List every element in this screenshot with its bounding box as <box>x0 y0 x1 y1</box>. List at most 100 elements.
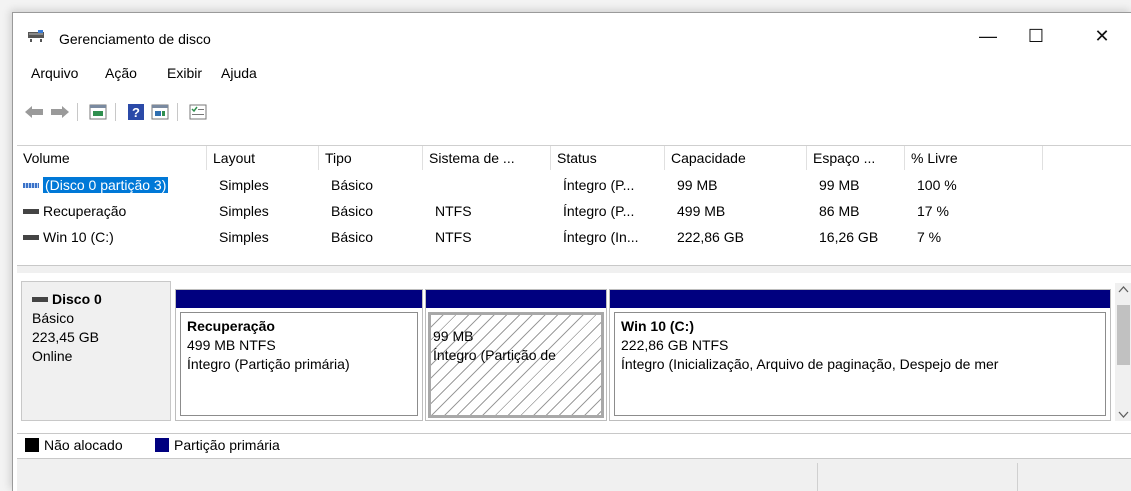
partition-status: Íntegro (Inicialização, Arquivo de pagin… <box>621 356 999 372</box>
cell-sistema: NTFS <box>435 229 472 245</box>
cell-tipo: Básico <box>331 229 374 245</box>
disk-management-window: Gerenciamento de disco — ☐ ✕ Arquivo Açã… <box>12 12 1131 491</box>
legend-primary: Partição primária <box>155 437 280 453</box>
primary-swatch <box>155 438 169 452</box>
close-button[interactable]: ✕ <box>1079 19 1125 53</box>
legend-primary-label: Partição primária <box>174 437 280 453</box>
column-header-sistema[interactable]: Sistema de ... <box>423 146 551 170</box>
scroll-thumb[interactable] <box>1117 305 1130 365</box>
partition-content: 99 MB Íntegro (Partição de <box>428 312 604 418</box>
cell-tipo: Básico <box>331 203 374 219</box>
title-bar[interactable]: Gerenciamento de disco — ☐ ✕ <box>13 13 1131 57</box>
maximize-icon: ☐ <box>1027 25 1045 46</box>
column-header-layout[interactable]: Layout <box>207 146 319 170</box>
partition-status: Íntegro (Partição de <box>433 347 556 363</box>
cell-layout: Simples <box>219 203 269 219</box>
svg-text:?: ? <box>132 105 140 120</box>
cell-espaco: 99 MB <box>819 177 860 193</box>
partition-bar <box>426 290 606 308</box>
scroll-down-icon[interactable] <box>1118 409 1129 419</box>
cell-livre: 17 % <box>917 203 949 219</box>
partition-size: 222,86 GB NTFS <box>621 337 729 353</box>
scroll-up-icon[interactable] <box>1118 285 1129 295</box>
menu-ajuda[interactable]: Ajuda <box>221 65 257 81</box>
table-row[interactable]: Win 10 (C:) <box>23 226 207 248</box>
partition-content: Recuperação 499 MB NTFS Íntegro (Partiçã… <box>180 312 418 416</box>
toolbar: ? <box>13 97 1131 127</box>
legend-unallocated: Não alocado <box>25 437 123 453</box>
disk-management-app-icon <box>28 30 44 42</box>
close-icon: ✕ <box>1094 25 1110 46</box>
cell-espaco: 16,26 GB <box>819 229 879 245</box>
volume-name: (Disco 0 partição 3) <box>43 177 169 193</box>
menu-arquivo[interactable]: Arquivo <box>31 65 78 81</box>
partition-bar <box>176 290 422 308</box>
legend: Não alocado Partição primária <box>17 433 1131 459</box>
cell-espaco: 86 MB <box>819 203 860 219</box>
cell-livre: 100 % <box>917 177 957 193</box>
volume-icon <box>23 182 39 188</box>
menu-acao[interactable]: Ação <box>105 65 137 81</box>
disk-type: Básico <box>32 310 75 326</box>
partition-size: 499 MB NTFS <box>187 337 276 353</box>
cell-tipo: Básico <box>331 177 374 193</box>
table-row[interactable]: Recuperação <box>23 200 207 222</box>
cell-capacidade: 499 MB <box>677 203 726 219</box>
status-bar <box>17 459 1131 491</box>
cell-status: Íntegro (P... <box>563 203 635 219</box>
toolbar-separator <box>115 103 116 121</box>
legend-unallocated-label: Não alocado <box>44 437 123 453</box>
help-icon[interactable]: ? <box>125 101 147 123</box>
maximize-button[interactable]: ☐ <box>1013 19 1059 53</box>
column-header-status[interactable]: Status <box>551 146 665 170</box>
toolbar-separator <box>177 103 178 121</box>
cell-capacidade: 222,86 GB <box>677 229 744 245</box>
forward-arrow-icon[interactable] <box>49 101 71 123</box>
column-header-livre[interactable]: % Livre <box>905 146 1043 170</box>
disk-view-icon[interactable] <box>87 101 109 123</box>
vertical-scrollbar[interactable] <box>1115 283 1131 421</box>
partition-content: Win 10 (C:) 222,86 GB NTFS Íntegro (Inic… <box>614 312 1106 416</box>
disk-name: Disco 0 <box>52 291 102 307</box>
partition-bar <box>610 290 1110 308</box>
cell-layout: Simples <box>219 177 269 193</box>
volume-list[interactable]: Volume Layout Tipo Sistema de ... Status… <box>17 145 1131 266</box>
disk-info-panel[interactable]: Disco 0 Básico 223,45 GB Online <box>21 281 171 421</box>
partition-status: Íntegro (Partição primária) <box>187 356 350 372</box>
unallocated-swatch <box>25 438 39 452</box>
partition-size: 99 MB <box>433 328 474 344</box>
partition-name: Recuperação <box>187 318 275 334</box>
cell-status: Íntegro (In... <box>563 229 639 245</box>
partition-name: Win 10 (C:) <box>621 318 694 334</box>
column-header-volume[interactable]: Volume <box>17 146 207 170</box>
table-row[interactable]: (Disco 0 partição 3) <box>23 174 207 196</box>
cell-status: Íntegro (P... <box>563 177 635 193</box>
column-header-tipo[interactable]: Tipo <box>319 146 423 170</box>
partition-recuperacao[interactable]: Recuperação 499 MB NTFS Íntegro (Partiçã… <box>175 289 423 421</box>
disk-list-icon[interactable] <box>149 101 171 123</box>
cell-layout: Simples <box>219 229 269 245</box>
column-header-capacidade[interactable]: Capacidade <box>665 146 807 170</box>
window-title: Gerenciamento de disco <box>59 31 211 47</box>
cell-livre: 7 % <box>917 229 942 245</box>
disk-graphical-view: Disco 0 Básico 223,45 GB Online Recupera… <box>17 273 1131 431</box>
back-arrow-icon[interactable] <box>23 101 45 123</box>
disk-size: 223,45 GB <box>32 329 99 345</box>
menu-exibir[interactable]: Exibir <box>167 65 202 81</box>
status-separator <box>1017 463 1018 491</box>
disk-state: Online <box>32 348 73 364</box>
volume-icon <box>23 208 39 214</box>
volume-name: Recuperação <box>43 203 127 219</box>
volume-name: Win 10 (C:) <box>43 229 114 245</box>
volume-icon <box>23 234 39 240</box>
toolbar-separator <box>77 103 78 121</box>
disk-icon <box>32 297 48 302</box>
minimize-icon: — <box>979 25 997 46</box>
properties-icon[interactable] <box>187 101 209 123</box>
column-header-espaco[interactable]: Espaço ... <box>807 146 905 170</box>
cell-sistema: NTFS <box>435 203 472 219</box>
minimize-button[interactable]: — <box>965 19 1011 53</box>
cell-capacidade: 99 MB <box>677 177 718 193</box>
partition-selected[interactable]: 99 MB Íntegro (Partição de <box>425 289 607 421</box>
partition-win10[interactable]: Win 10 (C:) 222,86 GB NTFS Íntegro (Inic… <box>609 289 1111 421</box>
